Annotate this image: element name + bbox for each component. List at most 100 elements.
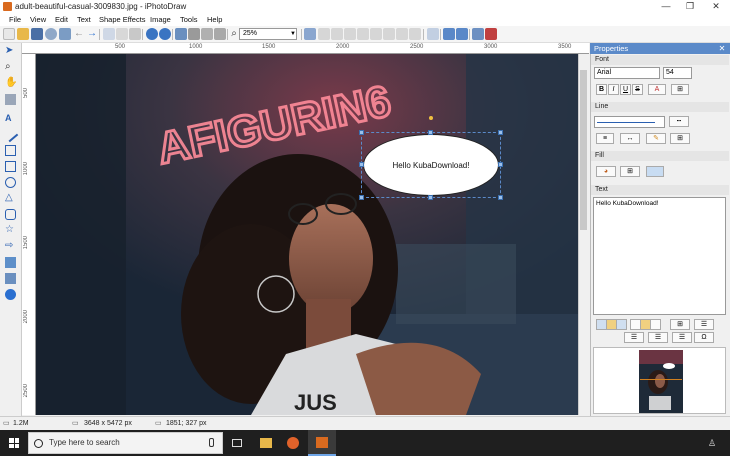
indent-button[interactable]: ☰ bbox=[672, 332, 692, 343]
strikethrough-button[interactable]: S bbox=[632, 84, 643, 95]
fill-color-button[interactable]: ◕ bbox=[596, 166, 616, 177]
web-icon[interactable] bbox=[45, 28, 57, 40]
fill-image-button[interactable] bbox=[646, 166, 664, 177]
menu-file[interactable]: File bbox=[9, 13, 21, 26]
info-icon[interactable] bbox=[5, 289, 16, 300]
picture-icon[interactable] bbox=[5, 257, 16, 268]
polyline-icon[interactable] bbox=[5, 145, 16, 156]
align-right-text-icon[interactable] bbox=[616, 319, 627, 330]
menu-help[interactable]: Help bbox=[207, 13, 222, 26]
bold-button[interactable]: B bbox=[596, 84, 607, 95]
resize-handle[interactable] bbox=[359, 130, 364, 135]
select-all-icon[interactable] bbox=[304, 28, 316, 40]
text-tool-icon[interactable]: A bbox=[5, 113, 16, 124]
brush-icon[interactable] bbox=[188, 28, 200, 40]
menu-view[interactable]: View bbox=[30, 13, 46, 26]
align-right-icon[interactable] bbox=[344, 28, 356, 40]
open-folder-icon[interactable] bbox=[17, 28, 29, 40]
align-middle-icon[interactable] bbox=[370, 28, 382, 40]
fill-icon[interactable] bbox=[5, 94, 16, 105]
line-style-select[interactable] bbox=[594, 116, 665, 128]
distribute-h-icon[interactable] bbox=[396, 28, 408, 40]
text-box-button[interactable]: ⊞ bbox=[670, 319, 690, 330]
menu-shape-effects[interactable]: Shape Effects bbox=[99, 13, 146, 26]
ellipse-icon[interactable] bbox=[5, 177, 16, 188]
group-icon[interactable] bbox=[443, 28, 455, 40]
file-explorer-icon[interactable] bbox=[260, 438, 272, 448]
symbol-button[interactable]: Ω bbox=[694, 332, 714, 343]
delete-icon[interactable] bbox=[485, 28, 497, 40]
rectangle-icon[interactable] bbox=[5, 161, 16, 172]
font-color-button[interactable]: A bbox=[648, 84, 666, 95]
rotate-right-icon[interactable] bbox=[159, 28, 171, 40]
maximize-button[interactable]: ❐ bbox=[678, 0, 702, 13]
minimize-button[interactable]: — bbox=[654, 0, 678, 13]
align-top-icon[interactable] bbox=[357, 28, 369, 40]
menu-edit[interactable]: Edit bbox=[55, 13, 68, 26]
close-button[interactable]: ✕ bbox=[704, 0, 728, 13]
resize-handle[interactable] bbox=[498, 162, 503, 167]
font-name-select[interactable]: Arial bbox=[594, 67, 660, 79]
windows-start-icon[interactable] bbox=[9, 438, 19, 448]
pointer-icon[interactable]: ➤ bbox=[5, 46, 16, 57]
resize-handle[interactable] bbox=[428, 130, 433, 135]
arrow-shape-icon[interactable]: ⇨ bbox=[5, 241, 16, 252]
taskbar-iphotodraw[interactable] bbox=[308, 430, 336, 456]
distribute-v-icon[interactable] bbox=[409, 28, 421, 40]
layers-icon[interactable] bbox=[201, 28, 213, 40]
callout-icon[interactable] bbox=[5, 209, 16, 220]
microphone-icon[interactable] bbox=[209, 438, 214, 447]
line-spacing-button[interactable]: ☰ bbox=[624, 332, 644, 343]
rotate-left-icon[interactable] bbox=[146, 28, 158, 40]
task-view-icon[interactable] bbox=[232, 439, 242, 447]
firefox-icon[interactable] bbox=[287, 437, 299, 449]
image-icon[interactable] bbox=[214, 28, 226, 40]
line-tool-icon[interactable] bbox=[2, 126, 19, 143]
valign-bottom-icon[interactable] bbox=[650, 319, 661, 330]
screen-icon[interactable] bbox=[472, 28, 484, 40]
save-icon[interactable] bbox=[31, 28, 43, 40]
resize-handle[interactable] bbox=[359, 195, 364, 200]
resize-handle[interactable] bbox=[498, 195, 503, 200]
paste-icon[interactable] bbox=[129, 28, 141, 40]
fill-pattern-button[interactable]: ⊞ bbox=[620, 166, 640, 177]
new-file-icon[interactable] bbox=[3, 28, 15, 40]
resize-handle[interactable] bbox=[359, 162, 364, 167]
redo-icon[interactable]: → bbox=[86, 28, 98, 40]
align-center-icon[interactable] bbox=[331, 28, 343, 40]
align-bottom-icon[interactable] bbox=[383, 28, 395, 40]
resize-handle[interactable] bbox=[428, 195, 433, 200]
ungroup-icon[interactable] bbox=[456, 28, 468, 40]
line-dash-button[interactable]: ┅ bbox=[669, 116, 689, 127]
edit-icon[interactable] bbox=[175, 28, 187, 40]
align-left-icon[interactable] bbox=[318, 28, 330, 40]
underline-button[interactable]: U bbox=[620, 84, 631, 95]
resize-handle[interactable] bbox=[498, 130, 503, 135]
image-canvas[interactable]: JUS AFIGURIN6 Hello KubaDownload! bbox=[36, 54, 578, 415]
line-color-button[interactable]: ✎ bbox=[646, 133, 666, 144]
copy-icon[interactable] bbox=[116, 28, 128, 40]
pan-icon[interactable]: ✋ bbox=[5, 78, 17, 89]
menu-image[interactable]: Image bbox=[150, 13, 171, 26]
line-shadow-button[interactable]: ⊞ bbox=[670, 133, 690, 144]
text-content-field[interactable]: Hello KubaDownload! bbox=[593, 197, 726, 315]
text-effects-button[interactable]: ⊞ bbox=[671, 84, 689, 95]
rotate-handle[interactable] bbox=[429, 116, 433, 120]
bullets-button[interactable]: ☰ bbox=[648, 332, 668, 343]
menu-tools[interactable]: Tools bbox=[180, 13, 198, 26]
callout-ellipse[interactable]: Hello KubaDownload! bbox=[363, 134, 499, 196]
line-width-button[interactable]: ≡ bbox=[596, 133, 614, 144]
settings-icon[interactable] bbox=[59, 28, 71, 40]
scrollbar-thumb[interactable] bbox=[580, 70, 587, 230]
notification-icon[interactable]: ♙ bbox=[708, 438, 718, 448]
preview-thumbnail[interactable] bbox=[593, 347, 726, 414]
menu-text[interactable]: Text bbox=[77, 13, 91, 26]
properties-close-icon[interactable]: ✕ bbox=[716, 43, 728, 54]
undo-icon[interactable]: ← bbox=[73, 28, 85, 40]
text-list-button[interactable]: ☰ bbox=[694, 319, 714, 330]
star-icon[interactable]: ☆ bbox=[5, 225, 16, 236]
cut-icon[interactable] bbox=[103, 28, 115, 40]
bring-front-icon[interactable] bbox=[427, 28, 439, 40]
chevron-down-icon[interactable]: ▼ bbox=[289, 28, 297, 40]
triangle-icon[interactable]: △ bbox=[5, 193, 16, 204]
